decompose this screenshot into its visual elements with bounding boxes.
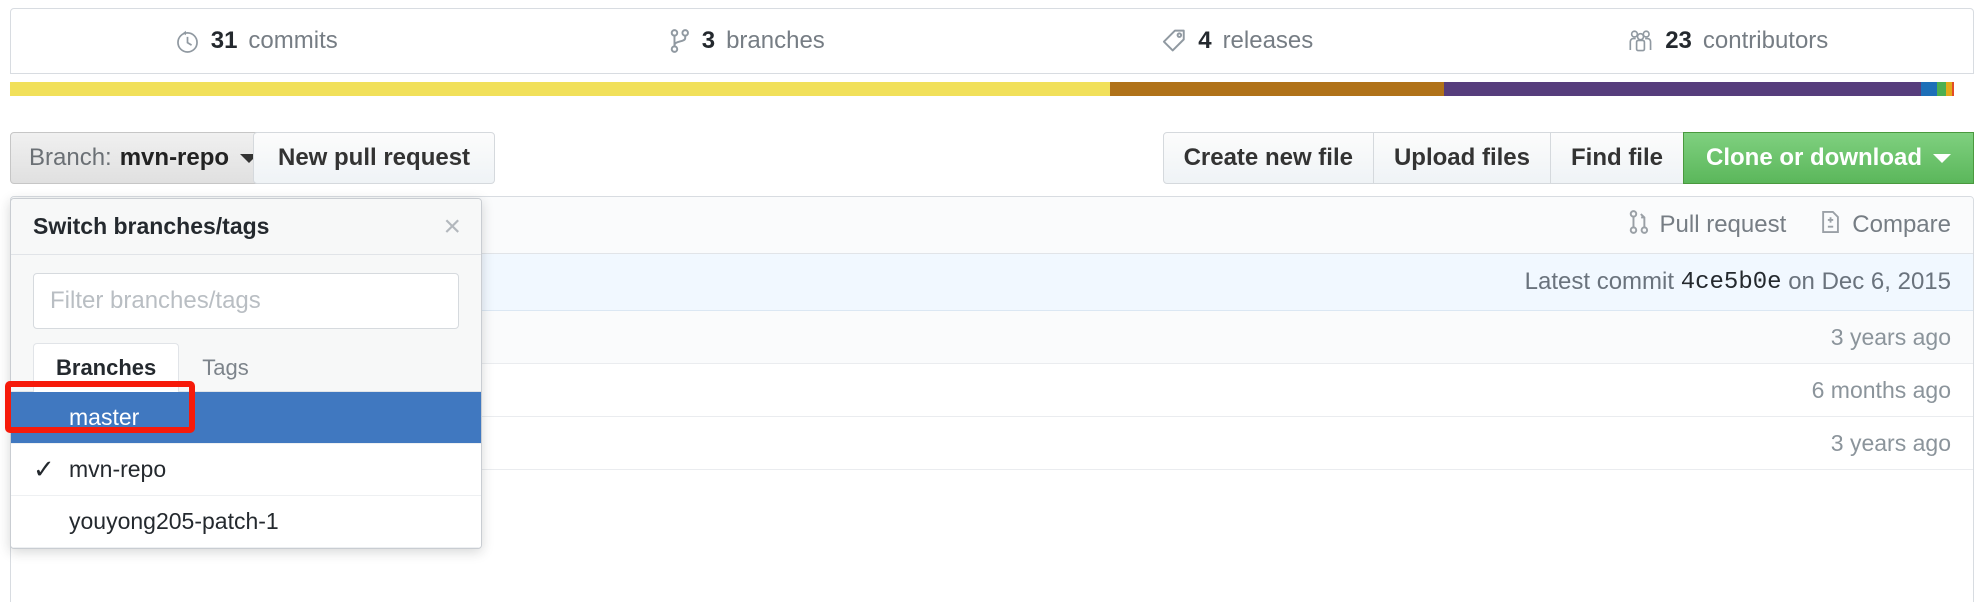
stat-branches[interactable]: 3 branches	[502, 27, 993, 55]
chevron-down-icon	[1933, 153, 1951, 163]
branch-list-item-master[interactable]: master	[11, 392, 481, 444]
repo-stats-bar: 31 commits 3 branches 4 releases 23 cont…	[10, 8, 1974, 74]
branch-icon	[669, 28, 691, 54]
github-repo-page: 31 commits 3 branches 4 releases 23 cont…	[0, 0, 1984, 602]
latest-commit-sha[interactable]: 4ce5b0e	[1681, 269, 1782, 296]
language-segment-3	[1920, 82, 1937, 96]
diff-added-icon	[1820, 209, 1842, 242]
dropdown-title: Switch branches/tags	[33, 213, 270, 239]
clone-or-download-label: Clone or download	[1706, 144, 1922, 171]
branch-list-item-youyong205-patch-1[interactable]: youyong205-patch-1	[11, 496, 481, 548]
close-icon[interactable]: ×	[443, 211, 461, 242]
stat-contributors[interactable]: 23 contributors	[1483, 27, 1974, 55]
dropdown-tabs: Branches Tags	[11, 343, 481, 392]
branch-selector-button[interactable]: Branch: mvn-repo	[10, 132, 278, 184]
language-segment-0	[10, 82, 1110, 96]
language-segment-6	[1952, 82, 1955, 96]
stat-releases[interactable]: 4 releases	[992, 27, 1483, 55]
people-icon	[1627, 28, 1654, 54]
filter-branches-input[interactable]	[33, 273, 459, 329]
repo-action-toolbar: Branch: mvn-repo New pull request Create…	[10, 132, 1974, 184]
dropdown-filter-wrap	[11, 255, 481, 343]
tab-branches[interactable]: Branches	[33, 343, 180, 392]
language-segment-2	[1443, 82, 1921, 96]
clone-or-download-button[interactable]: Clone or download	[1683, 132, 1974, 184]
branch-prefix-label: Branch:	[29, 144, 112, 171]
branch-list-item-mvn-repo[interactable]: ✓ mvn-repo	[11, 444, 481, 496]
branch-list: master ✓ mvn-repo youyong205-patch-1	[11, 392, 481, 548]
branch-switch-dropdown: Switch branches/tags × Branches Tags mas…	[10, 198, 482, 549]
tab-tags[interactable]: Tags	[179, 343, 271, 392]
stat-commits[interactable]: 31 commits	[11, 27, 502, 55]
stat-commits-count: 31	[210, 27, 238, 54]
latest-commit-prefix: Latest commit	[1524, 268, 1675, 295]
file-commit-age: 6 months ago	[1811, 376, 1951, 403]
compare-link-label: Compare	[1852, 211, 1951, 238]
language-segment-4	[1936, 82, 1947, 96]
stat-branches-label: branches	[726, 27, 825, 54]
file-commit-age: 3 years ago	[1830, 323, 1951, 350]
file-actions-group: Create new file Upload files Find file C…	[1162, 132, 1974, 184]
latest-commit-date: on Dec 6, 2015	[1788, 268, 1951, 295]
stat-contributors-count: 23	[1665, 27, 1692, 54]
stat-branches-count: 3	[701, 27, 716, 54]
language-segment-1	[1109, 82, 1444, 96]
branch-name-label: youyong205-patch-1	[69, 508, 279, 534]
file-commit-age: 3 years ago	[1830, 429, 1951, 456]
stat-releases-label: releases	[1222, 27, 1314, 54]
compare-link[interactable]: Compare	[1820, 209, 1951, 242]
stat-contributors-label: contributors	[1702, 27, 1829, 54]
check-icon: ✓	[33, 454, 55, 484]
branch-current-name: mvn-repo	[119, 144, 230, 171]
history-icon	[175, 29, 200, 54]
stat-commits-label: commits	[248, 27, 338, 54]
git-pull-request-icon	[1628, 209, 1650, 242]
branch-name-label: mvn-repo	[69, 456, 167, 482]
tag-icon	[1161, 28, 1187, 54]
branch-name-label: master	[69, 404, 140, 430]
stat-releases-count: 4	[1198, 27, 1212, 54]
upload-files-button[interactable]: Upload files	[1372, 132, 1551, 184]
language-color-bar	[10, 82, 1974, 96]
pull-request-link[interactable]: Pull request	[1628, 209, 1787, 242]
find-file-button[interactable]: Find file	[1550, 132, 1684, 184]
new-pull-request-button[interactable]: New pull request	[253, 132, 496, 184]
pull-request-link-label: Pull request	[1659, 211, 1787, 238]
dropdown-header: Switch branches/tags ×	[11, 199, 481, 255]
create-new-file-button[interactable]: Create new file	[1162, 132, 1374, 184]
